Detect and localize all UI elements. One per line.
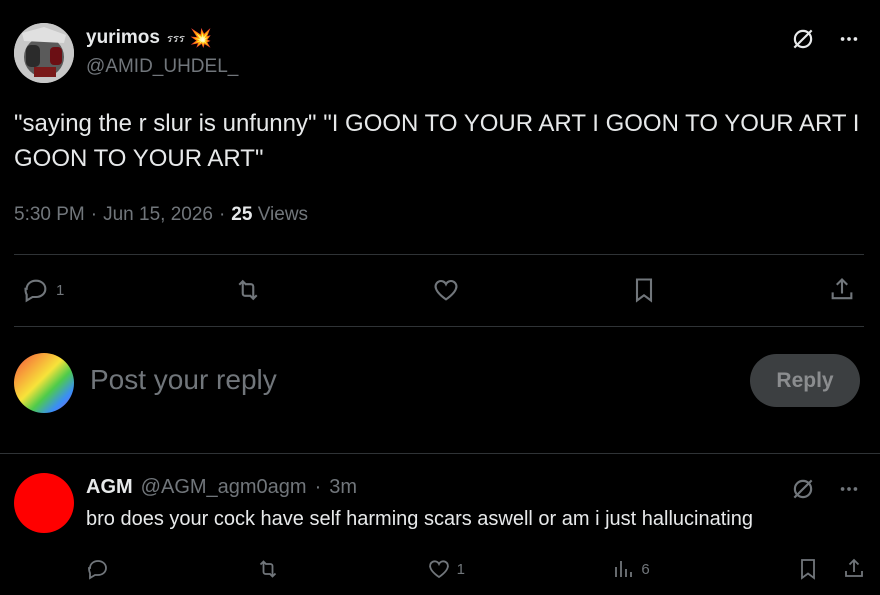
grok-icon[interactable] <box>790 26 816 52</box>
bookmark-icon <box>636 278 653 303</box>
comment-action-bar: 1 6 <box>86 554 866 584</box>
comment-separator: · <box>314 476 322 498</box>
commenter-handle[interactable]: @AGM_agm0agm <box>141 476 307 499</box>
explosion-emoji-icon: 💥 <box>189 27 213 48</box>
views-label: Views <box>257 204 309 225</box>
repost-action[interactable] <box>234 276 262 304</box>
comment[interactable]: AGM @AGM_agm0agm · 3m bro does your cock… <box>0 454 880 595</box>
more-icon[interactable] <box>838 28 860 50</box>
main-post: yurimos รรร 💥 @AMID_UHDEL_ "saying the r… <box>0 0 880 327</box>
comment-views-count: 6 <box>641 560 650 578</box>
comment-top-icons <box>790 476 860 502</box>
author-display-name[interactable]: yurimos <box>86 27 160 49</box>
comment-like-action[interactable]: 1 <box>427 557 465 581</box>
author-handle[interactable]: @AMID_UHDEL_ <box>86 56 238 78</box>
bookmark-icon <box>801 559 815 580</box>
comment-reply-action[interactable] <box>86 557 110 581</box>
post-meta: 5:30 PM · Jun 15, 2026 · 25 Views <box>14 204 308 226</box>
post-time[interactable]: 5:30 PM <box>14 204 85 226</box>
reply-button[interactable]: Reply <box>750 354 860 407</box>
commenter-display-name[interactable]: AGM <box>86 476 133 499</box>
comment-share-action[interactable] <box>842 557 866 581</box>
divider <box>14 326 864 327</box>
comment-text: bro does your cock have self harming sca… <box>86 508 753 530</box>
post-date[interactable]: Jun 15, 2026 <box>103 204 213 226</box>
repost-icon <box>238 279 258 301</box>
post-action-bar: 1 <box>14 272 864 308</box>
user-avatar[interactable] <box>14 353 74 413</box>
like-count: 1 <box>456 560 465 578</box>
reply-icon <box>24 279 47 303</box>
share-icon <box>845 558 863 577</box>
comment-right-actions <box>796 557 866 581</box>
share-action[interactable] <box>828 276 856 304</box>
comment-repost-action[interactable] <box>256 557 280 581</box>
reply-composer: Post your reply Reply <box>0 340 880 440</box>
author-avatar[interactable] <box>14 23 74 83</box>
post-text: "saying the r slur is unfunny" "I GOON T… <box>14 110 860 172</box>
commenter-avatar[interactable] <box>14 473 74 533</box>
share-icon <box>831 278 853 300</box>
repost-icon <box>260 560 277 578</box>
reply-input[interactable]: Post your reply <box>90 364 277 396</box>
heart-icon <box>428 560 449 579</box>
comment-views-action[interactable]: 6 <box>611 557 650 581</box>
meta-separator: · <box>90 204 98 225</box>
reply-action[interactable]: 1 <box>22 276 64 304</box>
post-top-icons <box>790 26 860 52</box>
reply-count: 1 <box>56 281 65 299</box>
more-icon[interactable] <box>838 478 860 500</box>
grok-icon[interactable] <box>790 476 816 502</box>
comment-time[interactable]: 3m <box>329 476 357 499</box>
heart-icon <box>434 279 458 301</box>
name-badge-text: รรร <box>165 33 184 45</box>
bookmark-action[interactable] <box>630 276 658 304</box>
author-name-row[interactable]: yurimos รรร 💥 <box>86 26 212 50</box>
comment-header: AGM @AGM_agm0agm · 3m <box>86 476 357 499</box>
views-count: 25 <box>231 204 253 225</box>
views-icon <box>615 561 633 577</box>
divider <box>14 254 864 255</box>
meta-separator: · <box>218 204 226 225</box>
reply-icon <box>88 560 107 580</box>
like-action[interactable] <box>432 276 460 304</box>
comment-bookmark-action[interactable] <box>796 557 820 581</box>
